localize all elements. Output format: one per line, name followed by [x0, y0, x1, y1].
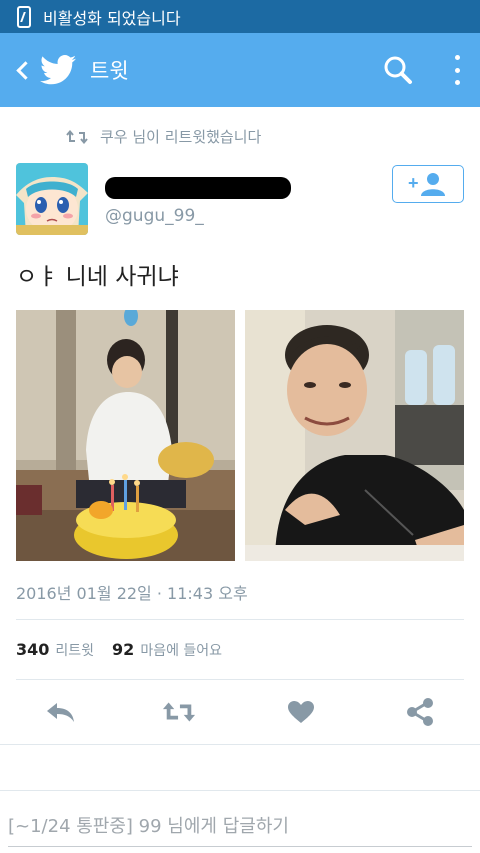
like-heart-icon[interactable]: [284, 697, 318, 727]
birthday-cake-photo[interactable]: [16, 310, 235, 561]
reply-input[interactable]: [~1/24 통판중] 99 님에게 답글하기: [8, 812, 289, 838]
svg-text:+: +: [408, 173, 419, 193]
phone-rotate-icon: [17, 5, 31, 28]
tweet-timestamp: 2016년 01월 22일 · 11:43 오후: [16, 584, 248, 603]
tweet-header: @gugu_99_ +: [16, 163, 464, 238]
twitter-bird-icon: [40, 55, 76, 85]
tweet-stats: 340 리트윗 92 마음에 들어요: [16, 640, 222, 660]
author-handle[interactable]: @gugu_99_: [105, 206, 204, 226]
retweet-count-label[interactable]: 리트윗: [55, 640, 94, 660]
status-message: 비활성화 되었습니다: [43, 8, 181, 28]
reply-icon[interactable]: [43, 697, 77, 727]
like-count[interactable]: 92: [112, 640, 134, 659]
more-vert-icon[interactable]: [452, 55, 462, 85]
reply-composer[interactable]: [~1/24 통판중] 99 님에게 답글하기: [0, 790, 480, 853]
retweet-icon: [66, 129, 88, 144]
retweet-context: 쿠우 님이 리트윗했습니다: [66, 126, 261, 147]
divider: [0, 744, 480, 745]
retweet-count[interactable]: 340: [16, 640, 49, 659]
add-user-icon: +: [408, 173, 445, 196]
share-icon[interactable]: [403, 697, 437, 727]
retweet-action-icon[interactable]: [162, 697, 196, 727]
status-bar: 비활성화 되었습니다: [0, 0, 480, 33]
avatar[interactable]: [16, 163, 88, 235]
tweet-text: ㅇㅑ 니네 사귀냐: [16, 264, 179, 290]
search-icon[interactable]: [383, 55, 413, 85]
divider: [0, 790, 480, 791]
follow-button[interactable]: +: [392, 165, 464, 203]
page-title: 트윗: [90, 59, 129, 83]
reply-input-underline: [8, 846, 472, 847]
app-bar: 트윗: [0, 33, 480, 107]
divider: [16, 679, 464, 680]
display-name-redacted: [105, 177, 291, 199]
tweet-actions: [0, 693, 480, 733]
smiling-man-photo[interactable]: [245, 310, 464, 561]
retweet-context-text: 쿠우 님이 리트윗했습니다: [100, 128, 262, 146]
back-arrow-icon[interactable]: [10, 55, 35, 85]
divider: [16, 619, 464, 620]
like-count-label[interactable]: 마음에 들어요: [140, 640, 222, 660]
